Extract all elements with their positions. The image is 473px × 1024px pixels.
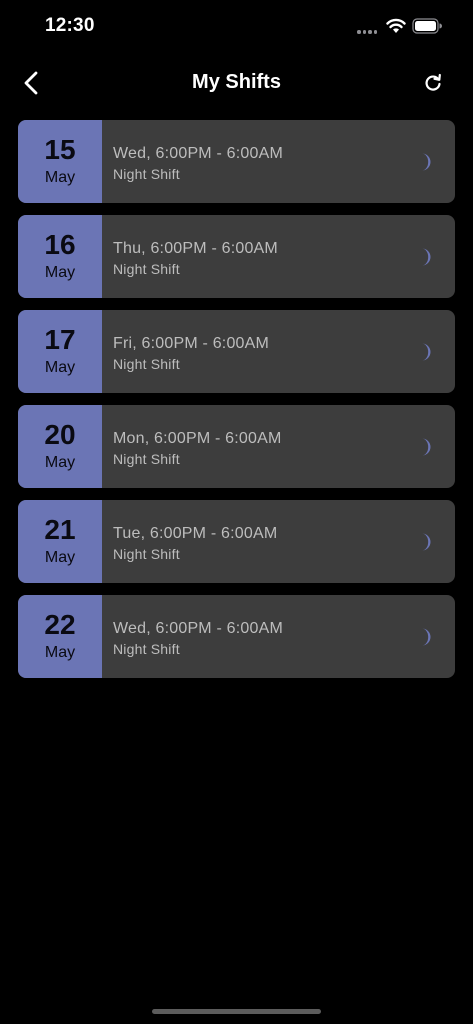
date-day: 20 [44, 418, 76, 450]
shift-type: Night Shift [113, 451, 180, 467]
status-bar: 12:30 [0, 0, 473, 54]
shift-time: Thu, 6:00PM - 6:00AM [113, 240, 278, 257]
shift-card[interactable]: 20 May Mon, 6:00PM - 6:00AM Night Shift [18, 405, 455, 488]
shift-card[interactable]: 16 May Thu, 6:00PM - 6:00AM Night Shift [18, 215, 455, 298]
shift-time: Wed, 6:00PM - 6:00AM [113, 620, 283, 637]
shift-time: Wed, 6:00PM - 6:00AM [113, 145, 283, 162]
nav-bar: My Shifts [0, 58, 473, 110]
shift-info: Wed, 6:00PM - 6:00AM Night Shift [102, 595, 455, 678]
date-day: 15 [44, 133, 76, 165]
shift-info: Thu, 6:00PM - 6:00AM Night Shift [102, 215, 455, 298]
moon-icon [422, 628, 431, 646]
shift-info: Fri, 6:00PM - 6:00AM Night Shift [102, 310, 455, 393]
battery-icon [412, 18, 442, 34]
date-block: 21 May [18, 500, 102, 583]
wifi-icon [386, 18, 406, 33]
status-time: 12:30 [45, 15, 95, 36]
shift-time: Mon, 6:00PM - 6:00AM [113, 430, 282, 447]
date-month: May [44, 643, 76, 661]
shift-type: Night Shift [113, 641, 180, 657]
moon-icon [422, 153, 431, 171]
date-block: 17 May [18, 310, 102, 393]
moon-icon [422, 248, 431, 266]
shift-type: Night Shift [113, 356, 180, 372]
date-month: May [44, 168, 76, 186]
shift-card[interactable]: 15 May Wed, 6:00PM - 6:00AM Night Shift [18, 120, 455, 203]
shift-type: Night Shift [113, 546, 180, 562]
date-month: May [44, 548, 76, 566]
date-block: 20 May [18, 405, 102, 488]
home-indicator[interactable] [152, 1009, 321, 1014]
date-day: 16 [44, 228, 76, 260]
shift-type: Night Shift [113, 166, 180, 182]
date-day: 22 [44, 608, 76, 640]
shift-info: Mon, 6:00PM - 6:00AM Night Shift [102, 405, 455, 488]
date-month: May [44, 263, 76, 281]
signal-dots-icon [357, 30, 377, 34]
shift-type: Night Shift [113, 261, 180, 277]
shift-info: Wed, 6:00PM - 6:00AM Night Shift [102, 120, 455, 203]
moon-icon [422, 533, 431, 551]
date-day: 17 [44, 323, 76, 355]
date-day: 21 [44, 513, 76, 545]
page-title: My Shifts [192, 71, 281, 93]
shift-list: 15 May Wed, 6:00PM - 6:00AM Night Shift … [18, 120, 455, 690]
shift-time: Fri, 6:00PM - 6:00AM [113, 335, 270, 352]
date-block: 16 May [18, 215, 102, 298]
shift-card[interactable]: 22 May Wed, 6:00PM - 6:00AM Night Shift [18, 595, 455, 678]
refresh-button[interactable] [420, 70, 446, 96]
date-block: 22 May [18, 595, 102, 678]
shift-time: Tue, 6:00PM - 6:00AM [113, 525, 278, 542]
shift-card[interactable]: 21 May Tue, 6:00PM - 6:00AM Night Shift [18, 500, 455, 583]
shift-info: Tue, 6:00PM - 6:00AM Night Shift [102, 500, 455, 583]
date-block: 15 May [18, 120, 102, 203]
refresh-icon [425, 73, 441, 91]
shift-card[interactable]: 17 May Fri, 6:00PM - 6:00AM Night Shift [18, 310, 455, 393]
moon-icon [422, 438, 431, 456]
date-month: May [44, 358, 76, 376]
date-month: May [44, 453, 76, 471]
moon-icon [422, 343, 431, 361]
